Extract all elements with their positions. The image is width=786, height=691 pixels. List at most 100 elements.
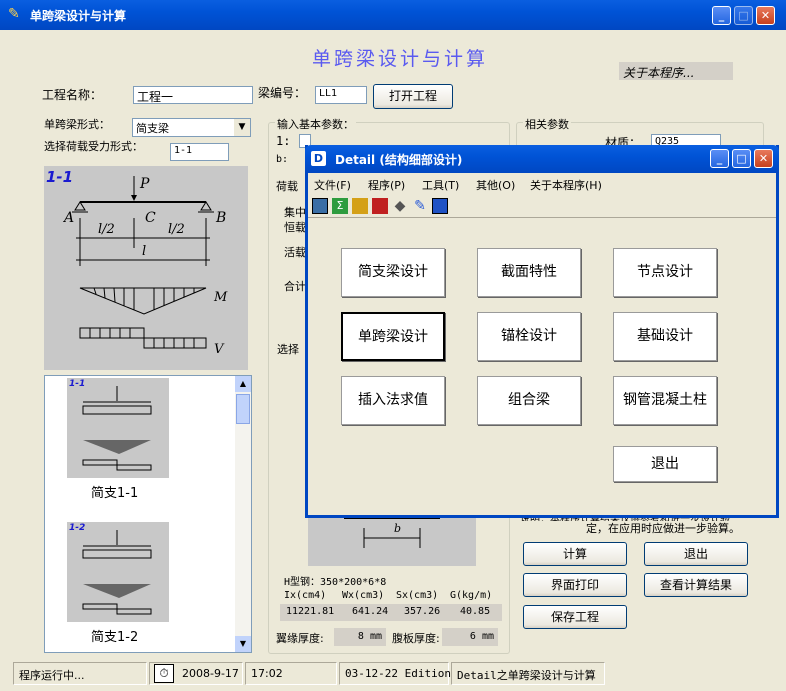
detail-toolbar: Σ ◆ ✎ [308, 194, 776, 218]
exit-main-button[interactable]: 退出 [644, 542, 748, 566]
diagram-b-label: B [216, 210, 227, 226]
menu-program[interactable]: 程序(P) [368, 177, 405, 193]
tb-chart-icon[interactable] [352, 198, 368, 214]
section-b-label: b [394, 522, 402, 535]
list-scrollbar[interactable]: ▲ ▼ [235, 376, 251, 652]
list-thumb-svg [82, 386, 152, 471]
save-project-button[interactable]: 保存工程 [523, 605, 627, 629]
diagram-p-label: P [140, 176, 150, 192]
load-form-input[interactable]: 1-1 [170, 143, 229, 161]
concentrated-label: 集中 [284, 206, 306, 219]
list-item-caption: 简支1-2 [91, 630, 139, 645]
load-form-label: 选择荷载受力形式： [44, 140, 143, 153]
b-label: b: [276, 154, 289, 165]
foundation-design-button[interactable]: 基础设计 [613, 312, 717, 361]
related-params-label: 相关参数 [523, 116, 571, 132]
tb-pencil-icon[interactable]: ✎ [412, 198, 428, 214]
open-project-button[interactable]: 打开工程 [373, 84, 453, 109]
diagram-l2a-label: l/2 [98, 222, 115, 237]
about-program-box[interactable]: 关于本程序... [619, 62, 733, 80]
status-running: 程序运行中... [13, 662, 147, 685]
print-button[interactable]: 界面打印 [523, 573, 627, 597]
props-value-ix: 11221.81 [286, 606, 335, 617]
note-text: 定，在应用时应做进一步验算。 [586, 522, 740, 535]
props-values-row: 11221.81 641.24 357.26 40.85 [280, 604, 502, 621]
input-params-label: 输入基本参数： [275, 116, 356, 132]
scroll-up-icon[interactable]: ▲ [235, 376, 251, 392]
composite-beam-button[interactable]: 组合梁 [477, 376, 581, 425]
scroll-down-icon[interactable]: ▼ [235, 636, 251, 652]
chevron-down-icon[interactable]: ▼ [234, 119, 250, 136]
calculate-button[interactable]: 计算 [523, 542, 627, 566]
select-group-label: 选择 [277, 343, 299, 356]
props-value-g: 40.85 [460, 606, 491, 617]
web-label: 腹板厚度: [392, 632, 440, 645]
menu-other[interactable]: 其他(O) [476, 177, 515, 193]
case-list[interactable]: 1-1 简支1-1 1-2 简支1-2 ▲ ▼ [44, 375, 252, 653]
menu-about[interactable]: 关于本程序(H) [530, 177, 602, 193]
detail-app-icon: D [311, 151, 326, 166]
tb-beam-icon[interactable] [372, 198, 388, 214]
simply-supported-beam-button[interactable]: 简支梁设计 [341, 248, 445, 297]
section-drawing: b [308, 514, 476, 566]
status-date-cell: ⏱ 2008-9-17 [149, 662, 243, 685]
props-value-wx: 641.24 [352, 606, 389, 617]
tb-form-icon[interactable] [312, 198, 328, 214]
main-titlebar[interactable]: ✎ 单跨梁设计与计算 [0, 0, 786, 30]
length-label: 1: [276, 134, 291, 148]
main-window-title: 单跨梁设计与计算 [30, 9, 127, 23]
detail-minimize-button[interactable]: _ [710, 149, 729, 168]
load-tab[interactable]: 荷载 [276, 178, 302, 194]
props-header-row: Ix(cm4) Wx(cm3) Sx(cm3) G(kg/m) [284, 590, 504, 604]
program-heading: 单跨梁设计与计算 [312, 48, 489, 70]
interpolation-button[interactable]: 插入法求值 [341, 376, 445, 425]
app-icon: ✎ [8, 6, 20, 22]
detail-maximize-button[interactable]: □ [732, 149, 751, 168]
diagram-l2b-label: l/2 [168, 222, 185, 237]
total-label: 合计 [284, 280, 306, 293]
tb-shape-icon[interactable]: ◆ [392, 198, 408, 214]
diagram-case-label: 1-1 [46, 168, 74, 186]
load-diagram: 1-1 P A C B l/2 l/2 l M V [44, 166, 248, 370]
section-svg [344, 517, 440, 548]
clock-icon: ⏱ [154, 664, 174, 683]
menu-tools[interactable]: 工具(T) [422, 177, 459, 193]
list-item[interactable]: 1-2 [67, 522, 169, 622]
beam-diagram-svg [72, 176, 214, 349]
detail-titlebar[interactable]: D Detail (结构细部设计) [305, 145, 779, 173]
scroll-thumb[interactable] [236, 394, 250, 424]
diagram-v-label: V [214, 342, 224, 357]
anchor-bolt-button[interactable]: 锚栓设计 [477, 312, 581, 361]
detail-window-title: Detail (结构细部设计) [335, 153, 463, 167]
menu-file[interactable]: 文件(F) [314, 177, 351, 193]
beam-form-select[interactable]: 简支梁 ▼ [132, 118, 251, 137]
list-item-caption: 简支1-1 [91, 486, 139, 501]
cfst-column-button[interactable]: 钢管混凝土柱 [613, 376, 717, 425]
list-item[interactable]: 1-1 [67, 378, 169, 478]
web-value[interactable]: 6 mm [442, 628, 498, 646]
beam-form-label: 单跨梁形式： [44, 118, 110, 131]
project-name-label: 工程名称： [42, 88, 103, 102]
tb-sum-icon[interactable]: Σ [332, 198, 348, 214]
project-name-input[interactable]: 工程一 [133, 86, 253, 104]
tb-grid-icon[interactable] [432, 198, 448, 214]
joint-design-button[interactable]: 节点设计 [613, 248, 717, 297]
minimize-button[interactable]: _ [712, 6, 731, 25]
maximize-button[interactable]: □ [734, 6, 753, 25]
detail-menubar: 文件(F) 程序(P) 工具(T) 其他(O) 关于本程序(H) [308, 173, 776, 193]
diagram-l-label: l [142, 244, 147, 259]
view-results-button[interactable]: 查看计算结果 [644, 573, 748, 597]
close-button[interactable]: ✕ [756, 6, 775, 25]
single-span-beam-button[interactable]: 单跨梁设计 [341, 312, 445, 361]
dead-load-label: 恒载 [284, 221, 306, 234]
flange-value[interactable]: 8 mm [334, 628, 386, 646]
diagram-m-label: M [214, 290, 228, 305]
list-thumb-svg [82, 530, 152, 615]
status-edition: 03-12-22 Edition [339, 662, 451, 685]
section-properties-button[interactable]: 截面特性 [477, 248, 581, 297]
steel-section-title: H型钢：350*200*6*8 [284, 577, 387, 588]
status-time: 17:02 [245, 662, 337, 685]
beam-no-input[interactable]: LL1 [315, 86, 367, 104]
detail-exit-button[interactable]: 退出 [613, 446, 717, 482]
detail-close-button[interactable]: ✕ [754, 149, 773, 168]
